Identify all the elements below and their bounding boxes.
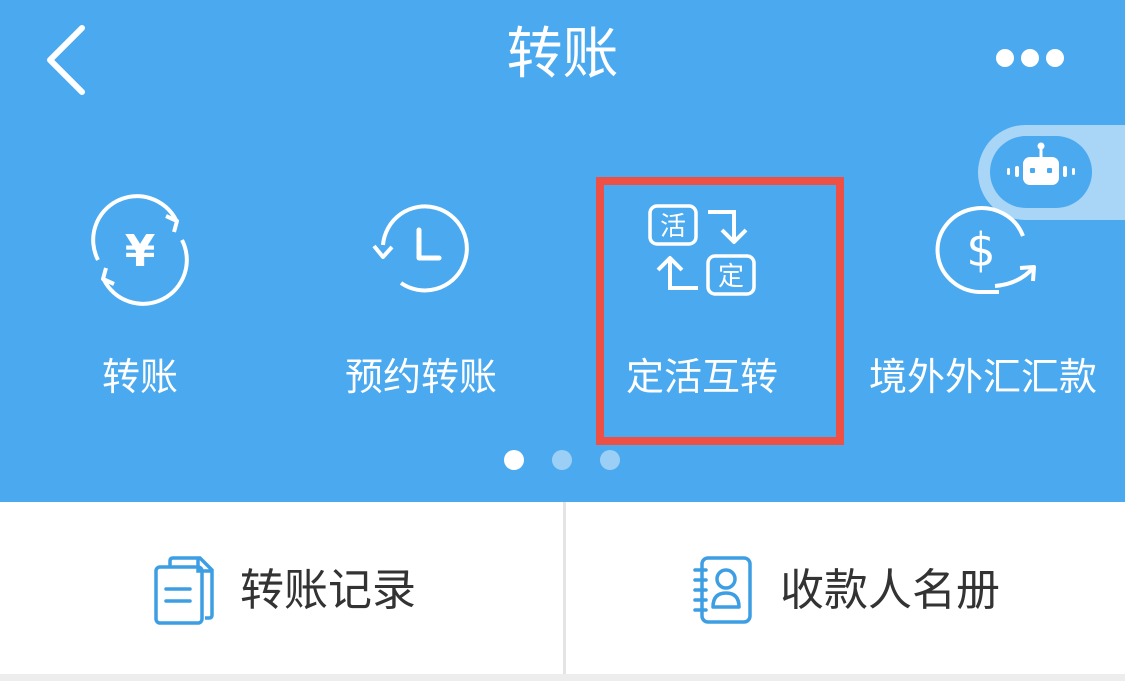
header-bar: 转账 ¥ 转账 预约转账 活 定 定活互转 $ 境外外汇汇款: [0, 0, 1125, 502]
document-icon: [154, 556, 214, 625]
more-button[interactable]: [985, 36, 1075, 80]
menu-item-label: 定活互转: [625, 355, 778, 399]
menu-item-overseas-remittance[interactable]: $ 境外外汇汇款: [868, 190, 1098, 430]
payee-book-label: 收款人名册: [780, 565, 1000, 616]
current-label: 活: [660, 212, 686, 242]
menu-item-scheduled-transfer[interactable]: 预约转账: [306, 190, 536, 430]
transfer-records-label: 转账记录: [240, 565, 416, 616]
payee-book-button[interactable]: 收款人名册: [566, 502, 1125, 674]
page-title: 转账: [506, 22, 619, 87]
page-dot-1[interactable]: [504, 450, 524, 470]
menu-item-label: 预约转账: [344, 355, 497, 399]
menu-item-fixed-current-swap[interactable]: 活 定 定活互转: [587, 190, 817, 430]
dollar-symbol: $: [966, 223, 995, 277]
back-button[interactable]: [40, 20, 100, 100]
more-dots-icon: [996, 49, 1064, 67]
yuan-symbol: ¥: [125, 226, 156, 277]
page-dot-2[interactable]: [552, 450, 572, 470]
yuan-exchange-icon: ¥: [91, 194, 189, 306]
fixed-current-swap-icon: 活 定: [648, 204, 756, 296]
dollar-remit-icon: $: [935, 206, 1036, 294]
fixed-label: 定: [718, 262, 744, 292]
chevron-left-icon: [47, 25, 85, 95]
contact-book-icon: [693, 556, 752, 624]
scheduled-clock-icon: [372, 204, 469, 293]
transfer-records-button[interactable]: 转账记录: [0, 502, 563, 674]
page-indicator: [0, 448, 1125, 472]
menu-item-transfer[interactable]: ¥ 转账: [25, 190, 255, 430]
menu-item-label: 境外外汇汇款: [868, 355, 1097, 399]
page-dot-3[interactable]: [600, 450, 620, 470]
menu-item-label: 转账: [101, 355, 178, 399]
